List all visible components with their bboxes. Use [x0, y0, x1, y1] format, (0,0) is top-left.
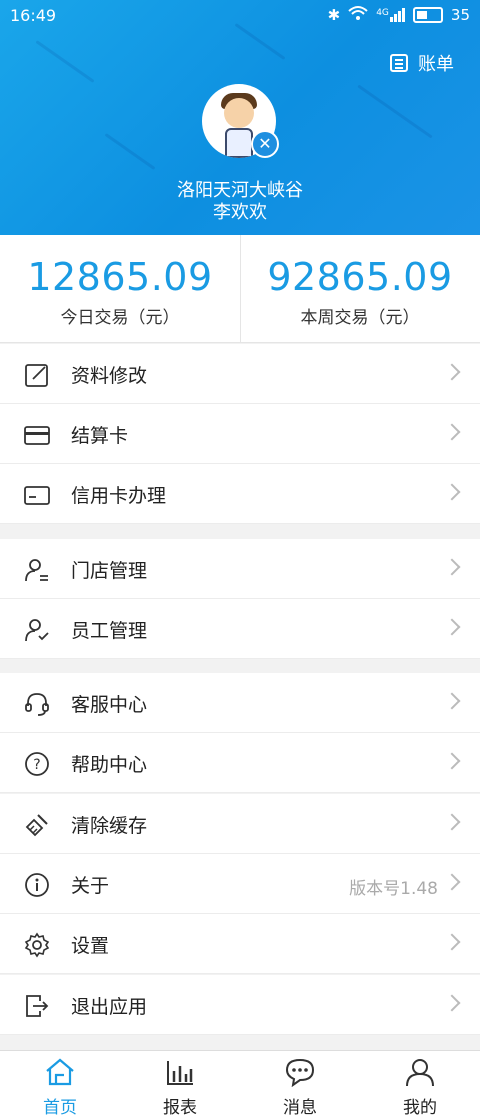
menu-label: 信用卡办理	[71, 485, 167, 507]
chevron-right-icon	[443, 752, 461, 770]
gear-icon	[24, 932, 50, 958]
menu-label: 员工管理	[71, 620, 148, 642]
list-icon	[390, 54, 408, 72]
menu-label: 客服中心	[71, 694, 148, 716]
menu-label: 资料修改	[71, 365, 148, 387]
menu-label: 关于	[71, 875, 110, 897]
header-decoration	[35, 40, 95, 83]
menu-label: 设置	[71, 935, 110, 957]
menu-item-clear-cache[interactable]: 清除缓存	[0, 794, 480, 854]
chevron-right-icon	[443, 363, 461, 381]
week-transaction[interactable]: 92865.09 本周交易（元）	[240, 235, 480, 343]
chevron-right-icon	[443, 618, 461, 636]
today-transaction-label: 今日交易（元）	[60, 308, 180, 328]
today-transaction-value: 12865.09	[27, 255, 213, 299]
week-transaction-label: 本周交易（元）	[300, 308, 420, 328]
bill-label: 账单	[418, 54, 454, 75]
week-transaction-value: 92865.09	[267, 255, 453, 299]
avatar-body	[225, 128, 253, 158]
battery-level: 35	[450, 6, 470, 24]
chevron-right-icon	[443, 873, 461, 891]
tab-label: 消息	[283, 1098, 317, 1118]
chevron-right-icon	[443, 483, 461, 501]
tools-icon[interactable]: ✕	[251, 130, 279, 158]
chevron-right-icon	[443, 692, 461, 710]
tab-home[interactable]: 首页	[0, 1051, 120, 1120]
tab-message[interactable]: 消息	[240, 1051, 360, 1120]
broom-icon	[25, 814, 48, 837]
menu-item-settings[interactable]: 设置	[0, 914, 480, 974]
chevron-right-icon	[443, 994, 461, 1012]
today-transaction[interactable]: 12865.09 今日交易（元）	[0, 235, 240, 343]
store-user-icon	[25, 559, 48, 582]
avatar-face	[224, 98, 254, 128]
menu-item-profile[interactable]: 资料修改	[0, 344, 480, 404]
home-icon	[46, 1058, 74, 1086]
menu-item-store-manage[interactable]: 门店管理	[0, 539, 480, 599]
svg-text:?: ?	[33, 757, 40, 773]
bluetooth-icon: ✱	[327, 6, 341, 24]
user-icon	[406, 1059, 434, 1087]
card-icon	[24, 426, 50, 445]
edit-icon	[25, 364, 48, 387]
tab-label: 报表	[163, 1098, 197, 1118]
menu-item-customer-service[interactable]: 客服中心	[0, 673, 480, 733]
wifi-icon	[348, 5, 368, 25]
tab-mine[interactable]: 我的	[360, 1051, 480, 1120]
menu-item-help[interactable]: ? 帮助中心	[0, 733, 480, 793]
menu-label: 清除缓存	[71, 815, 148, 837]
tab-label: 我的	[403, 1098, 437, 1118]
bar-chart-icon	[167, 1061, 193, 1085]
menu-label: 退出应用	[71, 996, 148, 1018]
menu-item-about[interactable]: 关于 版本号1.48	[0, 854, 480, 914]
headset-icon	[25, 693, 49, 716]
chevron-right-icon	[443, 933, 461, 951]
header-decoration	[104, 133, 156, 170]
bill-button[interactable]: 账单	[390, 50, 454, 76]
signal-icon: 4G	[376, 8, 405, 22]
version-number: 版本号1.48	[349, 879, 438, 899]
menu-label: 结算卡	[71, 425, 129, 447]
status-time: 16:49	[10, 6, 57, 25]
menu-item-settlement-card[interactable]: 结算卡	[0, 404, 480, 464]
chevron-right-icon	[443, 558, 461, 576]
menu-item-credit-card[interactable]: 信用卡办理	[0, 464, 480, 524]
credit-card-icon	[24, 486, 50, 505]
menu-label: 门店管理	[71, 560, 148, 582]
info-icon	[25, 873, 49, 897]
staff-user-icon	[25, 619, 49, 642]
exit-icon	[26, 995, 49, 1017]
chevron-right-icon	[443, 423, 461, 441]
chat-bubble-icon	[285, 1058, 315, 1087]
menu-item-staff-manage[interactable]: 员工管理	[0, 599, 480, 659]
network-type: 4G	[376, 8, 389, 18]
menu-item-logout[interactable]: 退出应用	[0, 975, 480, 1035]
user-name: 李欢欢	[213, 202, 267, 223]
bottom-tab-bar: 首页 报表 消息 我的	[0, 1050, 480, 1120]
status-bar: 16:49 ✱ 4G 35	[0, 0, 480, 32]
question-icon: ?	[25, 752, 49, 776]
battery-icon	[412, 7, 443, 23]
header-decoration	[357, 84, 433, 139]
profile-header: 16:49 ✱ 4G 35 账单 ✕ 洛阳天河大峡谷 李欢欢	[0, 0, 480, 235]
tab-report[interactable]: 报表	[120, 1051, 240, 1120]
menu-label: 帮助中心	[71, 754, 148, 776]
tab-label: 首页	[43, 1098, 77, 1118]
transaction-stats: 12865.09 今日交易（元） 92865.09 本周交易（元）	[0, 235, 480, 343]
chevron-right-icon	[443, 813, 461, 831]
